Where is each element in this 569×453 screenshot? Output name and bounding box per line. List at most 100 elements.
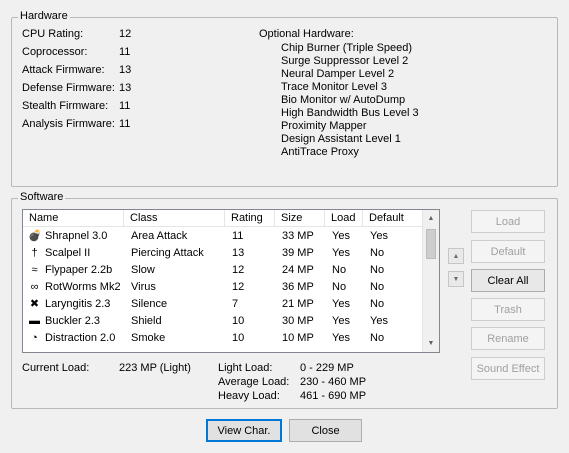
current-load-label: Current Load: — [22, 362, 90, 374]
optional-hardware-title: Optional Hardware: — [259, 28, 354, 40]
optional-hardware-item: Design Assistant Level 1 — [281, 133, 401, 145]
light-load-label: Light Load: — [218, 362, 273, 374]
software-cell-default: No — [370, 281, 385, 293]
move-up-icon[interactable]: ▲ — [448, 248, 464, 264]
average-load-label: Average Load: — [218, 376, 290, 388]
hardware-stat-label: Coprocessor: — [22, 46, 88, 58]
hardware-stat-value: 11 — [119, 100, 131, 112]
software-cell-default: No — [370, 247, 385, 259]
software-cell-name: Flypaper 2.2b — [45, 264, 113, 276]
smoke-icon: ◔ — [31, 332, 38, 344]
optional-hardware-item: High Bandwidth Bus Level 3 — [281, 107, 419, 119]
shield-icon: ▬ — [29, 315, 40, 327]
software-cell-size: 21 MP — [282, 298, 314, 310]
default-button[interactable]: Default — [471, 240, 545, 263]
hardware-stat-label: Attack Firmware: — [22, 64, 105, 76]
clear-all-button[interactable]: Clear All — [471, 269, 545, 292]
light-load-value: 0 - 229 MP — [300, 362, 354, 374]
software-cell-load: Yes — [332, 315, 350, 327]
flypaper-icon: ≈ — [31, 264, 38, 276]
software-cell-load: Yes — [332, 230, 350, 242]
hardware-stat-value: 13 — [119, 64, 132, 76]
hardware-stat-value: 11 — [119, 118, 131, 130]
column-header-class[interactable]: Class — [124, 210, 225, 227]
column-header-default[interactable]: Default — [363, 210, 424, 227]
software-cell-load: No — [332, 264, 347, 276]
hardware-stat-value: 11 — [119, 46, 131, 58]
software-cell-class: Area Attack — [131, 230, 188, 242]
software-cell-rating: 10 — [232, 315, 245, 327]
software-row[interactable]: 💣 Shrapnel 3.0 Area Attack 11 33 MP Yes Yes — [23, 228, 422, 245]
software-cell-rating: 13 — [232, 247, 245, 259]
rename-button[interactable]: Rename — [471, 327, 545, 350]
hardware-stat-value: 13 — [119, 82, 132, 94]
view-char-button[interactable]: View Char. — [206, 419, 282, 442]
software-cell-name: RotWorms Mk2 — [45, 281, 121, 293]
software-cell-size: 36 MP — [282, 281, 314, 293]
software-cell-size: 30 MP — [282, 315, 314, 327]
software-cell-load: Yes — [332, 247, 350, 259]
column-header-name[interactable]: Name — [23, 210, 124, 227]
laryngitis-icon: ✖ — [29, 298, 40, 310]
software-cell-load: Yes — [332, 298, 350, 310]
software-cell-name: Laryngitis 2.3 — [45, 298, 111, 310]
software-cell-rating: 12 — [232, 264, 245, 276]
software-cell-rating: 10 — [232, 332, 245, 344]
software-cell-size: 33 MP — [282, 230, 314, 242]
software-cell-class: Piercing Attack — [131, 247, 204, 259]
hardware-stat-label: Analysis Firmware: — [22, 118, 115, 130]
software-cell-name: Scalpel II — [45, 247, 91, 259]
software-cell-default: No — [370, 332, 385, 344]
optional-hardware-item: Bio Monitor w/ AutoDump — [281, 94, 406, 106]
optional-hardware-item: Proximity Mapper — [281, 120, 367, 132]
hardware-stat-label: CPU Rating: — [22, 28, 84, 40]
move-down-icon[interactable]: ▼ — [448, 271, 464, 287]
hardware-stat-label: Stealth Firmware: — [22, 100, 109, 112]
software-list[interactable]: Name Class Rating Size Load Default 💣 Shr… — [22, 209, 440, 353]
scroll-up-icon[interactable]: ▲ — [423, 210, 439, 227]
column-header-load[interactable]: Load — [325, 210, 363, 227]
software-list-header: Name Class Rating Size Load Default — [23, 210, 422, 227]
software-cell-name: Shrapnel 3.0 — [45, 230, 108, 242]
software-cell-class: Shield — [131, 315, 162, 327]
software-list-scrollbar[interactable]: ▲ ▼ — [422, 210, 439, 352]
software-cell-class: Slow — [131, 264, 155, 276]
software-row[interactable]: ✖ Laryngitis 2.3 Silence 7 21 MP Yes No — [23, 296, 422, 313]
scroll-thumb[interactable] — [426, 229, 436, 259]
optional-hardware-item: Surge Suppressor Level 2 — [281, 55, 409, 67]
software-cell-default: No — [370, 264, 385, 276]
software-row[interactable]: ≈ Flypaper 2.2b Slow 12 24 MP No No — [23, 262, 422, 279]
software-row[interactable]: † Scalpel II Piercing Attack 13 39 MP Yes No — [23, 245, 422, 262]
optional-hardware-item: Neural Damper Level 2 — [281, 68, 395, 80]
software-cell-size: 24 MP — [282, 264, 314, 276]
hardware-group-title: Hardware — [18, 10, 70, 22]
software-cell-class: Virus — [131, 281, 156, 293]
column-header-size[interactable]: Size — [275, 210, 325, 227]
software-cell-rating: 11 — [232, 230, 244, 242]
optional-hardware-item: AntiTrace Proxy — [281, 146, 359, 158]
optional-hardware-item: Trace Monitor Level 3 — [281, 81, 387, 93]
software-cell-default: Yes — [370, 230, 388, 242]
heavy-load-label: Heavy Load: — [218, 390, 280, 402]
worm-icon: ∞ — [30, 281, 39, 293]
scroll-down-icon[interactable]: ▼ — [423, 335, 439, 352]
optional-hardware-list: Chip Burner (Triple Speed) Surge Suppress… — [281, 42, 419, 159]
average-load-value: 230 - 460 MP — [300, 376, 367, 388]
load-button[interactable]: Load — [471, 210, 545, 233]
software-cell-rating: 12 — [232, 281, 245, 293]
software-cell-load: Yes — [332, 332, 350, 344]
close-button[interactable]: Close — [289, 419, 362, 442]
trash-button[interactable]: Trash — [471, 298, 545, 321]
software-cell-default: Yes — [370, 315, 388, 327]
software-group-title: Software — [18, 191, 66, 203]
current-load-value: 223 MP (Light) — [119, 362, 191, 374]
software-cell-load: No — [332, 281, 347, 293]
column-header-rating[interactable]: Rating — [225, 210, 275, 227]
sound-effect-button[interactable]: Sound Effect — [471, 357, 545, 380]
software-list-body: 💣 Shrapnel 3.0 Area Attack 11 33 MP Yes Yes † Sc… — [23, 228, 422, 352]
scalpel-icon: † — [31, 247, 38, 259]
software-row[interactable]: ∞ RotWorms Mk2 Virus 12 36 MP No No — [23, 279, 422, 296]
software-row[interactable]: ▬ Buckler 2.3 Shield 10 30 MP Yes Yes — [23, 313, 422, 330]
software-row[interactable]: ◔ Distraction 2.0 Smoke 10 10 MP Yes No — [23, 330, 422, 347]
software-cell-size: 39 MP — [282, 247, 314, 259]
